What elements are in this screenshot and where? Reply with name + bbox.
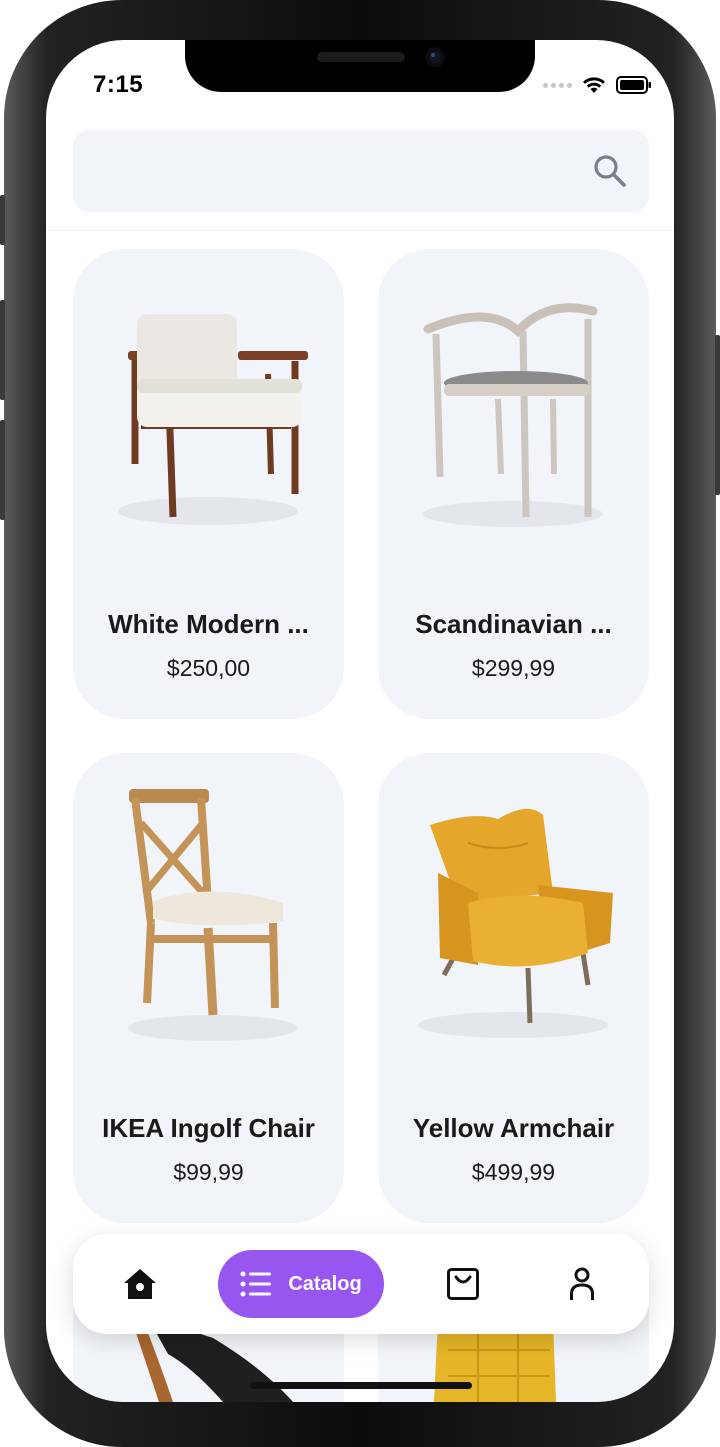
product-card[interactable]: IKEA Ingolf Chair $99,99 — [73, 753, 344, 1223]
nav-profile[interactable] — [550, 1252, 614, 1316]
product-name: Scandinavian ... — [415, 609, 612, 639]
product-price: $499,99 — [471, 1159, 556, 1185]
product-name: Yellow Armchair — [412, 1113, 615, 1143]
product-image-ikea-ingolf-chair — [128, 789, 298, 1041]
nav-cart[interactable] — [431, 1252, 495, 1316]
product-price: $299,99 — [471, 655, 556, 681]
nav-home[interactable] — [108, 1252, 172, 1316]
bottom-navigation: Catalog — [73, 1234, 649, 1334]
product-name: White Modern ... — [108, 609, 309, 639]
home-icon — [124, 1269, 156, 1299]
speaker-grille — [317, 52, 405, 62]
volume-down-button — [0, 420, 5, 520]
mute-switch — [0, 195, 5, 245]
product-image-yellow-armchair — [418, 808, 613, 1038]
search-divider — [46, 230, 674, 231]
front-camera — [425, 47, 445, 67]
product-name: IKEA Ingolf Chair — [102, 1113, 315, 1143]
home-indicator — [250, 1382, 472, 1389]
nav-catalog[interactable]: Catalog — [218, 1250, 384, 1318]
search-bar[interactable] — [73, 130, 649, 212]
status-time: 7:15 — [93, 71, 144, 98]
status-icons — [543, 74, 652, 96]
power-button — [715, 335, 720, 495]
cellular-signal-icon — [543, 82, 572, 88]
person-icon — [570, 1267, 594, 1300]
bag-icon — [447, 1268, 479, 1300]
search-icon[interactable] — [593, 154, 627, 188]
battery-icon — [616, 76, 651, 94]
volume-up-button — [0, 300, 5, 400]
screen: 7:15 White Modern ... $250,00 Scandinavi… — [46, 40, 674, 1402]
product-card[interactable]: Yellow Armchair $499,99 — [378, 753, 649, 1223]
search-input[interactable] — [95, 130, 575, 212]
product-price: $250,00 — [166, 655, 251, 681]
product-image-white-modern-chair — [118, 314, 308, 525]
nav-catalog-label: Catalog — [288, 1272, 362, 1295]
product-card[interactable]: White Modern ... $250,00 — [73, 249, 344, 719]
notch — [185, 40, 535, 92]
wifi-icon — [583, 77, 605, 93]
product-image-scandinavian-chair — [423, 303, 603, 527]
product-price: $99,99 — [173, 1159, 244, 1185]
product-card[interactable]: Scandinavian ... $299,99 — [378, 249, 649, 719]
list-icon — [240, 1271, 272, 1297]
